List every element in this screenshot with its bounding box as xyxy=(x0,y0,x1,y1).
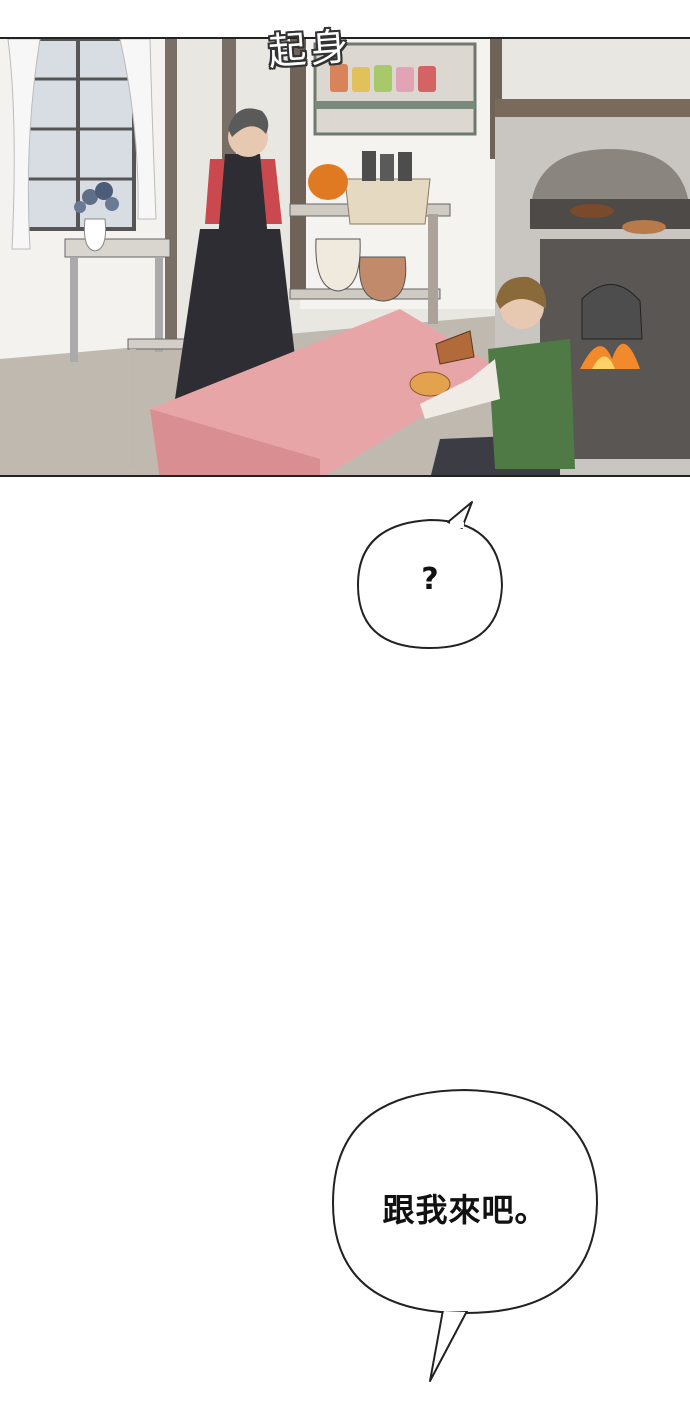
bubble-outline xyxy=(331,1088,599,1382)
speech-bubble-question: ? xyxy=(350,500,510,655)
bubble-text: 跟我來吧。 xyxy=(382,1191,548,1229)
sound-effect-text: 起身 xyxy=(266,24,354,74)
speech-bubble-follow: 跟我來吧。 xyxy=(325,1085,605,1385)
kitchen-scene-panel xyxy=(0,37,690,477)
kitchen-illustration xyxy=(0,39,690,475)
bubble-text: ? xyxy=(421,562,439,597)
window xyxy=(7,39,157,250)
